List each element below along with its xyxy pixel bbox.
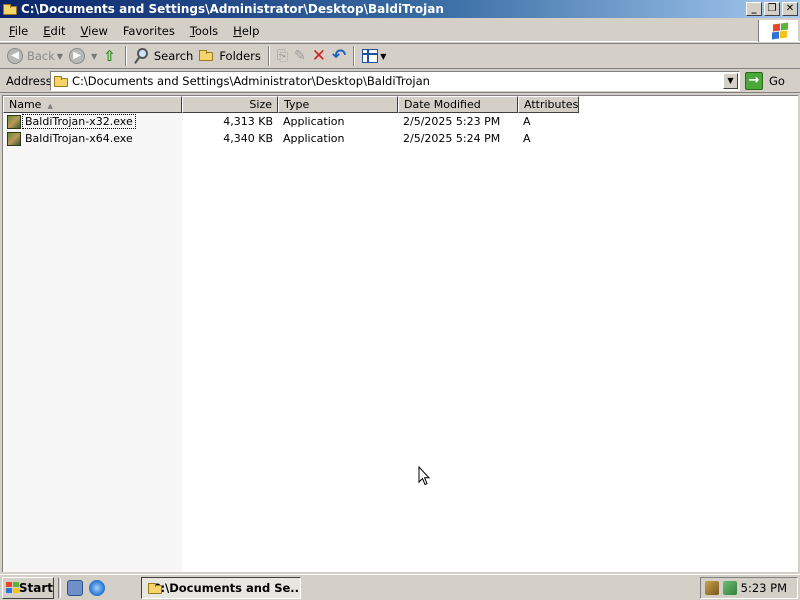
file-date-modified: 2/5/2025 5:24 PM bbox=[403, 132, 501, 145]
window-controls: _ ❐ ✕ bbox=[746, 2, 798, 16]
file-size: 4,313 KB bbox=[223, 115, 273, 128]
file-attributes: A bbox=[523, 132, 531, 145]
menu-bar: File Edit View Favorites Tools Help bbox=[0, 20, 800, 42]
application-icon bbox=[7, 114, 21, 129]
copy-to-icon: ✎ bbox=[294, 48, 306, 64]
search-button[interactable]: Search bbox=[131, 45, 197, 67]
up-button[interactable]: ⇧ bbox=[100, 45, 121, 67]
column-headers: Name ▲ Size Type Date Modified Attributes bbox=[3, 96, 579, 113]
file-size: 4,340 KB bbox=[223, 132, 273, 145]
menu-help[interactable]: Help bbox=[225, 24, 266, 38]
file-date-modified: 2/5/2025 5:23 PM bbox=[403, 115, 501, 128]
menu-edit[interactable]: Edit bbox=[35, 24, 72, 38]
file-name-cell: BaldiTrojan-x32.exe bbox=[3, 114, 182, 129]
taskbar-window-button[interactable]: C:\Documents and Se... bbox=[141, 577, 301, 599]
taskbar: Start C:\Documents and Se... 5:23 PM bbox=[0, 574, 800, 600]
sort-ascending-icon: ▲ bbox=[47, 102, 53, 110]
file-row[interactable]: BaldiTrojan-x32.exe 4,313 KB Application… bbox=[3, 113, 579, 130]
column-header-name[interactable]: Name ▲ bbox=[3, 96, 182, 113]
folder-icon bbox=[3, 3, 17, 15]
start-button[interactable]: Start bbox=[2, 576, 54, 599]
file-attributes: A bbox=[523, 115, 531, 128]
back-dropdown-icon[interactable]: ▼ bbox=[57, 52, 63, 61]
copy-to-button[interactable]: ✎ bbox=[291, 45, 309, 67]
undo-icon: ↶ bbox=[332, 46, 347, 66]
address-value: C:\Documents and Settings\Administrator\… bbox=[72, 74, 430, 88]
go-button[interactable]: → Go bbox=[745, 71, 785, 91]
views-button[interactable]: ▼ bbox=[359, 45, 389, 67]
column-header-type[interactable]: Type bbox=[278, 96, 398, 113]
file-type: Application bbox=[283, 115, 345, 128]
standard-toolbar: ◀ Back ▼ ▶ ▼ ⇧ Search Folders ⎘ ✎ ✕ ↶ ▼ bbox=[0, 43, 800, 69]
menu-favorites[interactable]: Favorites bbox=[115, 24, 182, 38]
file-row[interactable]: BaldiTrojan-x64.exe 4,340 KB Application… bbox=[3, 130, 579, 147]
minimize-button[interactable]: _ bbox=[746, 2, 762, 16]
toolbar-separator bbox=[267, 46, 270, 66]
views-icon bbox=[362, 49, 379, 63]
views-dropdown-icon: ▼ bbox=[380, 51, 387, 61]
column-header-date-modified[interactable]: Date Modified bbox=[398, 96, 518, 113]
windows-logo-icon bbox=[758, 20, 798, 42]
file-list[interactable]: Name ▲ Size Type Date Modified Attributes… bbox=[2, 95, 798, 572]
file-name[interactable]: BaldiTrojan-x64.exe bbox=[23, 132, 135, 145]
mouse-cursor-icon bbox=[418, 466, 430, 486]
address-dropdown-icon[interactable]: ▼ bbox=[723, 73, 738, 89]
menu-file[interactable]: File bbox=[0, 24, 35, 38]
search-icon bbox=[133, 48, 150, 64]
clock[interactable]: 5:23 PM bbox=[741, 581, 787, 595]
menu-tools[interactable]: Tools bbox=[182, 24, 225, 38]
delete-button[interactable]: ✕ bbox=[309, 45, 329, 67]
folders-button[interactable]: Folders bbox=[196, 45, 264, 67]
forward-dropdown-icon[interactable]: ▼ bbox=[91, 52, 97, 61]
delete-icon: ✕ bbox=[311, 46, 327, 66]
column-header-attributes[interactable]: Attributes bbox=[518, 96, 579, 113]
column-header-size[interactable]: Size bbox=[182, 96, 278, 113]
move-to-button[interactable]: ⎘ bbox=[274, 45, 291, 67]
close-button[interactable]: ✕ bbox=[782, 2, 798, 16]
show-desktop-icon[interactable] bbox=[67, 579, 83, 596]
address-input[interactable]: C:\Documents and Settings\Administrator\… bbox=[50, 71, 740, 91]
file-name-cell: BaldiTrojan-x64.exe bbox=[3, 131, 182, 146]
folder-icon bbox=[54, 75, 68, 87]
internet-explorer-icon[interactable] bbox=[89, 579, 105, 596]
windows-flag-icon bbox=[6, 581, 19, 594]
tray-app-icon[interactable] bbox=[723, 581, 737, 595]
file-type: Application bbox=[283, 132, 345, 145]
forward-arrow-icon: ▶ bbox=[69, 48, 86, 64]
undo-button[interactable]: ↶ bbox=[329, 45, 349, 67]
toolbar-separator bbox=[353, 46, 356, 66]
toolbar-separator bbox=[124, 46, 127, 66]
address-bar: Address C:\Documents and Settings\Admini… bbox=[0, 69, 800, 93]
move-to-icon: ⎘ bbox=[276, 48, 289, 64]
window-title: C:\Documents and Settings\Administrator\… bbox=[21, 2, 444, 16]
explorer-window: C:\Documents and Settings\Administrator\… bbox=[0, 0, 800, 574]
system-tray: 5:23 PM bbox=[700, 577, 798, 599]
menu-view[interactable]: View bbox=[73, 24, 115, 38]
name-column-highlight bbox=[3, 113, 182, 572]
tray-network-icon[interactable] bbox=[705, 581, 719, 595]
restore-button[interactable]: ❐ bbox=[764, 2, 780, 16]
forward-button[interactable]: ▶ ▼ bbox=[66, 45, 100, 67]
title-bar[interactable]: C:\Documents and Settings\Administrator\… bbox=[0, 0, 800, 18]
quick-launch-separator bbox=[58, 577, 61, 598]
up-folder-icon: ⇧ bbox=[103, 47, 116, 65]
file-name[interactable]: BaldiTrojan-x32.exe bbox=[22, 114, 136, 129]
folders-icon bbox=[199, 48, 215, 64]
back-button[interactable]: ◀ Back ▼ bbox=[4, 45, 66, 67]
go-arrow-icon: → bbox=[745, 72, 763, 90]
back-arrow-icon: ◀ bbox=[7, 48, 23, 64]
application-icon bbox=[7, 131, 21, 146]
